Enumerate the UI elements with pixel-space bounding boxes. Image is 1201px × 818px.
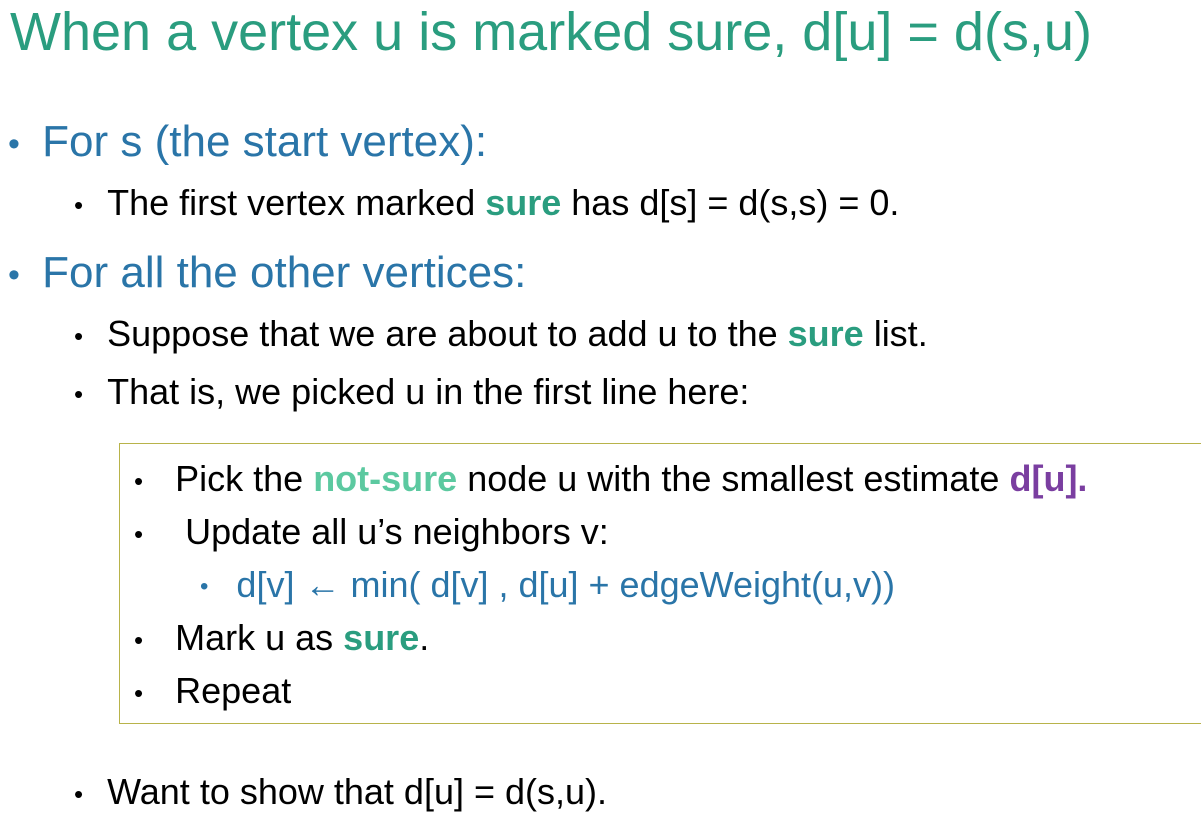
bullet: •	[200, 573, 209, 601]
section2-item1-post: list.	[863, 313, 928, 354]
algo-step4: • Repeat	[134, 670, 291, 714]
algo-step3-pre: Mark u as	[175, 617, 344, 658]
algo-step3: • Mark u as sure.	[134, 617, 429, 661]
sure-highlight: sure	[343, 617, 420, 658]
bullet: •	[8, 256, 20, 295]
algo-step2-sub-text: d[v] ← min( d[v] , d[u] + edgeWeight(u,v…	[236, 564, 896, 605]
bullet: •	[134, 519, 144, 550]
algo-step1: • Pick the not-sure node u with the smal…	[134, 458, 1087, 502]
final-item-text: Want to show that d[u] = d(s,u).	[107, 771, 608, 812]
sure-highlight: sure	[787, 313, 864, 354]
bullet: •	[74, 379, 84, 410]
section2-item1-pre: Suppose that we are about to add u to th…	[107, 313, 788, 354]
section1-item1-post: has d[s] = d(s,s) = 0.	[561, 182, 900, 223]
algo-step2-sub: • d[v] ← min( d[v] , d[u] + edgeWeight(u…	[200, 564, 895, 608]
bullet: •	[74, 190, 84, 221]
bullet: •	[74, 779, 84, 810]
bullet: •	[8, 125, 20, 164]
bullet: •	[134, 678, 144, 709]
final-item: • Want to show that d[u] = d(s,u).	[74, 771, 607, 815]
algo-step2: • Update all u’s neighbors v:	[134, 511, 609, 555]
bullet: •	[134, 625, 144, 656]
slide-title: When a vertex u is marked sure, d[u] = d…	[10, 2, 1092, 62]
estimate-highlight: d[u].	[1009, 458, 1088, 499]
algo-step3-post: .	[419, 617, 430, 658]
section2-heading: For all the other vertices:	[42, 248, 527, 297]
not-sure-highlight: not-sure	[313, 458, 458, 499]
section1-item1: • The first vertex marked sure has d[s] …	[74, 182, 899, 226]
algo-step1-pre: Pick the	[175, 458, 314, 499]
section1-item1-pre: The first vertex marked	[107, 182, 486, 223]
section1-heading-row: • For s (the start vertex):	[8, 117, 487, 169]
section2-heading-row: • For all the other vertices:	[8, 248, 526, 300]
bullet: •	[134, 466, 144, 497]
bullet: •	[74, 321, 84, 352]
section2-item2: • That is, we picked u in the first line…	[74, 371, 749, 415]
algo-step2-text: Update all u’s neighbors v:	[185, 511, 609, 552]
section2-item1: • Suppose that we are about to add u to …	[74, 313, 928, 357]
algo-step1-mid: node u with the smallest estimate	[457, 458, 1010, 499]
algo-step4-text: Repeat	[175, 670, 292, 711]
sure-highlight: sure	[485, 182, 562, 223]
section2-item2-text: That is, we picked u in the first line h…	[107, 371, 750, 412]
section1-heading: For s (the start vertex):	[42, 117, 488, 166]
